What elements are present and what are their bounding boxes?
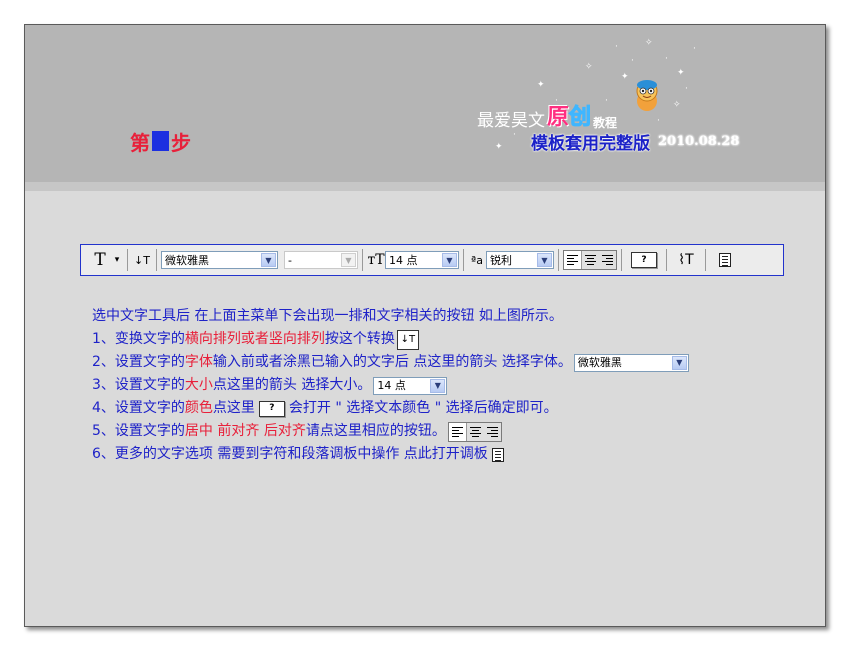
line1-highlight: 横向排列或者竖向排列 xyxy=(184,331,325,347)
line1-prefix: 1、变换文字的 xyxy=(92,331,185,347)
step-number-box xyxy=(152,131,169,151)
line5-highlight: 居中 前对齐 后对齐 xyxy=(184,423,306,439)
panel-icon xyxy=(491,447,504,462)
instruction-line-1: 1、变换文字的 横向排列或者竖向排列 按这个转换 ↓T xyxy=(92,328,689,351)
align-right-icon xyxy=(602,255,613,265)
toolbar-separator xyxy=(127,249,128,271)
instruction-line-3: 3、设置文字的 大小 点这里的箭头 选择大小。 14 点 ▼ xyxy=(92,374,689,397)
character-panel-button[interactable] xyxy=(710,249,740,271)
orientation-toggle-icon: ↓T xyxy=(396,329,419,350)
font-family-select-sample: 微软雅黑 ▼ xyxy=(573,353,689,372)
header-strip xyxy=(25,182,825,191)
brand-date: 2010.08.28 xyxy=(658,133,740,149)
anti-alias-select[interactable]: 锐利 ▼ xyxy=(486,251,554,269)
font-size-sample-value: 14 点 xyxy=(377,379,406,392)
toolbar-separator xyxy=(463,249,464,271)
panel-icon xyxy=(719,253,731,267)
toolbar-separator xyxy=(558,249,559,271)
text-alignment-group xyxy=(563,250,617,270)
font-style-select[interactable]: - ▼ xyxy=(284,251,358,269)
line3-prefix: 3、设置文字的 xyxy=(92,377,185,393)
align-left-button[interactable] xyxy=(564,251,582,269)
text-options-toolbar: T ▾ ↓T 微软雅黑 ▼ - ▼ тT 14 点 ▼ ªa 锐利 ▼ ? ⌇T xyxy=(80,244,784,276)
align-right-button[interactable] xyxy=(599,251,616,269)
line2-highlight: 字体 xyxy=(184,354,213,370)
toggle-text-orientation-icon[interactable]: ↓T xyxy=(132,249,152,271)
tutorial-frame: 第 步 ✦ · ✧ · ✦ ✧ · ✦ · ✧ · ✦ · · · · 最爱昊文… xyxy=(24,24,826,627)
line3-highlight: 大小 xyxy=(184,377,213,393)
brand-subtitle: 模板套用完整版 2010.08.28 xyxy=(531,129,740,154)
align-right-sample xyxy=(484,423,501,441)
brand-highlight2: 创 xyxy=(569,105,592,131)
align-left-icon xyxy=(451,426,463,437)
mascot-icon xyxy=(636,80,658,111)
toolbar-separator xyxy=(156,249,157,271)
font-family-select[interactable]: 微软雅黑 ▼ xyxy=(161,251,278,269)
instruction-line-6: 6、更多的文字选项 需要到字符和段落调板中操作 点此打开调板 xyxy=(92,443,689,466)
text-tool-icon[interactable]: T xyxy=(89,249,111,271)
font-style-value: - xyxy=(288,253,292,267)
chevron-down-icon: ▼ xyxy=(430,378,446,393)
align-left-sample xyxy=(448,422,467,441)
intro-text: 选中文字工具后 在上面主菜单下会出现一排和文字相关的按钮 如上图所示。 xyxy=(92,308,563,324)
alignment-sample-group xyxy=(447,421,502,442)
chevron-down-icon[interactable]: ▼ xyxy=(537,253,552,267)
text-color-button[interactable]: ? xyxy=(626,249,662,271)
line5-prefix: 5、设置文字的 xyxy=(92,423,185,439)
text-color-swatch-sample: ? xyxy=(258,400,285,417)
header-band xyxy=(25,25,825,182)
anti-alias-icon: ªa xyxy=(471,253,483,267)
font-size-select[interactable]: 14 点 ▼ xyxy=(385,251,459,269)
line6-text: 6、更多的文字选项 需要到字符和段落调板中操作 点此打开调板 xyxy=(92,446,488,462)
step-suffix: 步 xyxy=(171,130,191,155)
line4-prefix: 4、设置文字的 xyxy=(92,400,185,416)
line3-suffix: 点这里的箭头 选择大小。 xyxy=(212,377,372,393)
tool-preset-dropdown-arrow[interactable]: ▾ xyxy=(111,249,123,271)
brand-highlight1: 原 xyxy=(547,105,570,130)
step-label: 第 步 xyxy=(130,127,191,155)
align-left-icon xyxy=(567,255,578,265)
toolbar-separator xyxy=(362,249,363,271)
font-size-icon: тT xyxy=(367,252,385,268)
instructions: 选中文字工具后 在上面主菜单下会出现一排和文字相关的按钮 如上图所示。 1、变换… xyxy=(92,305,689,466)
font-family-sample-value: 微软雅黑 xyxy=(577,356,622,369)
warp-text-icon[interactable]: ⌇T xyxy=(671,249,701,271)
instruction-intro: 选中文字工具后 在上面主菜单下会出现一排和文字相关的按钮 如上图所示。 xyxy=(92,305,689,328)
toolbar-separator xyxy=(621,249,622,271)
brand-part1: 最爱昊文 xyxy=(477,111,545,131)
brand-subtitle-text: 模板套用完整版 xyxy=(531,133,650,154)
chevron-down-icon: ▼ xyxy=(671,355,687,370)
chevron-down-icon[interactable]: ▼ xyxy=(341,253,356,267)
line4-middle: 点这里 xyxy=(212,400,255,416)
line2-suffix: 输入前或者涂黑已输入的文字后 点这里的箭头 选择字体。 xyxy=(212,354,572,370)
step-prefix: 第 xyxy=(130,130,150,155)
toolbar-separator xyxy=(666,249,667,271)
font-size-select-sample: 14 点 ▼ xyxy=(373,376,448,395)
toolbar-separator xyxy=(705,249,706,271)
align-center-button[interactable] xyxy=(582,251,599,269)
brand-title: 最爱昊文 原 创 教程 xyxy=(477,105,617,132)
line4-suffix: 会打开 " 选择文本颜色 " 选择后确定即可。 xyxy=(288,400,558,416)
text-color-swatch: ? xyxy=(631,252,657,268)
font-size-value: 14 点 xyxy=(389,254,418,267)
align-center-icon xyxy=(585,255,596,265)
align-right-icon xyxy=(486,426,498,437)
chevron-down-icon[interactable]: ▼ xyxy=(261,253,276,267)
instruction-line-4: 4、设置文字的 颜色 点这里 ? 会打开 " 选择文本颜色 " 选择后确定即可。 xyxy=(92,397,689,420)
instruction-line-5: 5、设置文字的 居中 前对齐 后对齐 请点这里相应的按钮。 xyxy=(92,420,689,443)
instruction-line-2: 2、设置文字的 字体 输入前或者涂黑已输入的文字后 点这里的箭头 选择字体。 微… xyxy=(92,351,689,374)
align-center-sample xyxy=(467,423,484,441)
chevron-down-icon[interactable]: ▼ xyxy=(442,253,457,267)
line4-highlight: 颜色 xyxy=(184,400,213,416)
font-family-value: 微软雅黑 xyxy=(165,254,209,267)
line5-suffix: 请点这里相应的按钮。 xyxy=(305,423,446,439)
anti-alias-value: 锐利 xyxy=(490,254,512,267)
align-center-icon xyxy=(469,426,481,437)
line2-prefix: 2、设置文字的 xyxy=(92,354,185,370)
line1-suffix: 按这个转换 xyxy=(324,331,395,347)
